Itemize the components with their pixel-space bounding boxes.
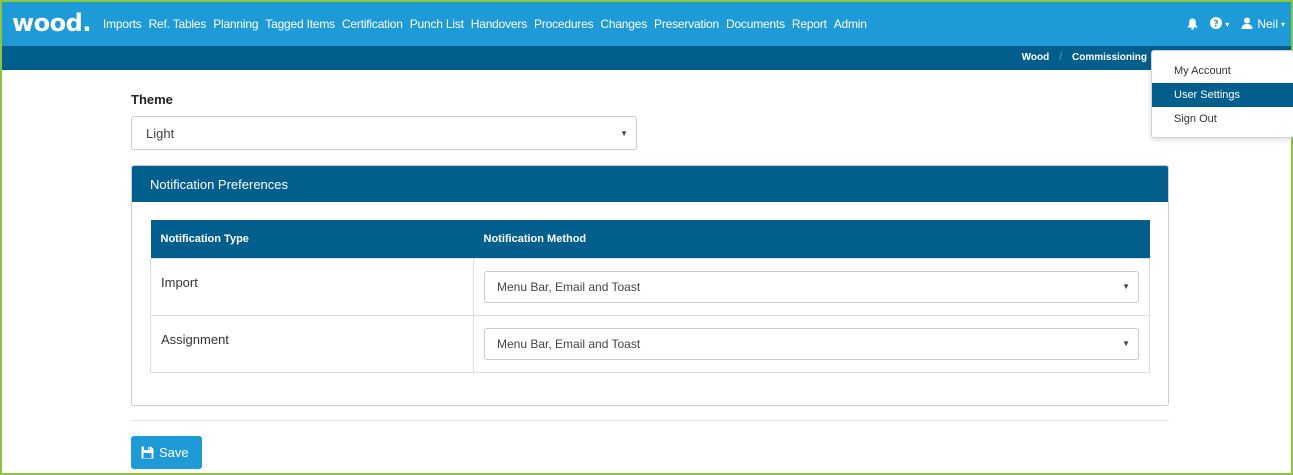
breadcrumb-root[interactable]: Wood [1022, 52, 1050, 63]
nav-planning[interactable]: Planning [213, 17, 258, 31]
nav-admin[interactable]: Admin [834, 17, 867, 31]
user-icon [1241, 17, 1253, 32]
notification-method-select[interactable]: Menu Bar, Email and Toast ▼ [484, 327, 1139, 360]
save-label: Save [159, 445, 189, 460]
menu-item-user-settings[interactable]: User Settings [1152, 83, 1293, 107]
user-dropdown-menu: My Account User Settings Sign Out [1151, 50, 1293, 138]
notification-table: Notification Type Notification Method Im… [150, 220, 1150, 373]
notification-preferences-panel: Notification Preferences Notification Ty… [131, 165, 1169, 406]
chevron-down-icon: ▾ [1280, 19, 1285, 29]
table-row: Import Menu Bar, Email and Toast ▼ [150, 257, 1150, 316]
nav-ref-tables[interactable]: Ref. Tables [149, 17, 207, 31]
breadcrumb: Wood / Commissioning [1022, 52, 1147, 63]
main-nav: Imports Ref. Tables Planning Tagged Item… [103, 17, 874, 31]
nav-punch-list[interactable]: Punch List [410, 17, 464, 31]
table-row: Assignment Menu Bar, Email and Toast ▼ [150, 314, 1150, 373]
user-name: Neil [1257, 17, 1278, 31]
column-header-type: Notification Type [150, 220, 474, 258]
theme-select[interactable]: Light ▼ [131, 116, 637, 150]
nav-handovers[interactable]: Handovers [471, 17, 527, 31]
menu-item-sign-out[interactable]: Sign Out [1152, 107, 1293, 131]
table-header-row: Notification Type Notification Method [150, 220, 1150, 258]
dropdown-arrow-icon: ▼ [1122, 339, 1130, 348]
nav-imports[interactable]: Imports [103, 17, 142, 31]
bell-icon[interactable] [1187, 18, 1198, 30]
nav-certification[interactable]: Certification [342, 17, 403, 31]
nav-preservation[interactable]: Preservation [654, 17, 719, 31]
method-select-value: Menu Bar, Email and Toast [497, 336, 641, 351]
nav-documents[interactable]: Documents [726, 17, 785, 31]
top-navbar: wood. Imports Ref. Tables Planning Tagge… [2, 2, 1291, 46]
notification-method-select[interactable]: Menu Bar, Email and Toast ▼ [484, 270, 1139, 303]
breadcrumb-separator: / [1059, 52, 1062, 63]
navbar-right-tools: ? ▾ Neil ▾ [1175, 2, 1285, 46]
theme-select-value: Light [146, 125, 175, 141]
nav-changes[interactable]: Changes [600, 17, 647, 31]
nav-tagged-items[interactable]: Tagged Items [265, 17, 335, 31]
user-menu-toggle[interactable]: Neil ▾ [1241, 17, 1285, 32]
svg-text:?: ? [1214, 19, 1219, 29]
breadcrumb-current: Commissioning [1071, 52, 1147, 63]
notification-type-cell: Assignment [150, 314, 474, 373]
menu-item-my-account[interactable]: My Account [1152, 59, 1293, 83]
method-select-value: Menu Bar, Email and Toast [497, 279, 641, 294]
nav-procedures[interactable]: Procedures [534, 17, 594, 31]
theme-label: Theme [131, 92, 173, 107]
notification-method-cell: Menu Bar, Email and Toast ▼ [473, 314, 1150, 373]
help-icon: ? [1210, 16, 1223, 32]
save-button[interactable]: Save [131, 436, 202, 469]
notification-method-cell: Menu Bar, Email and Toast ▼ [473, 257, 1150, 316]
wood-logo[interactable]: wood. [12, 9, 91, 37]
panel-title: Notification Preferences [132, 166, 1168, 202]
save-icon [141, 446, 154, 459]
column-header-method: Notification Method [473, 220, 1150, 258]
nav-report[interactable]: Report [792, 17, 827, 31]
dropdown-arrow-icon: ▼ [620, 128, 628, 138]
notification-type-cell: Import [150, 257, 474, 316]
dropdown-arrow-icon: ▼ [1122, 282, 1130, 291]
help-menu[interactable]: ? ▾ [1210, 16, 1230, 32]
divider [131, 420, 1169, 421]
chevron-down-icon: ▾ [1225, 19, 1230, 29]
